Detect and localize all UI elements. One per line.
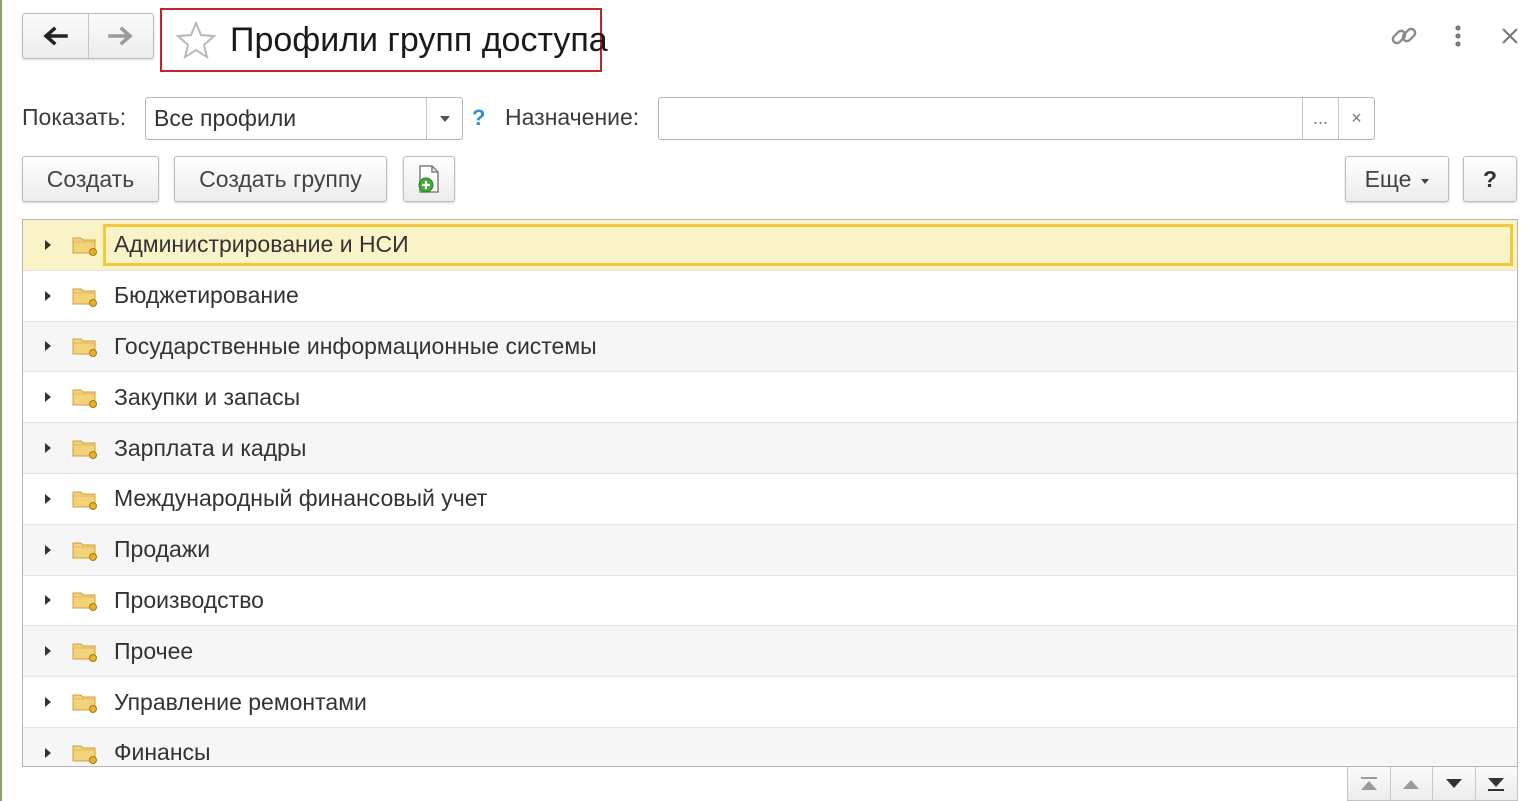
expand-arrow-icon[interactable] [45, 392, 51, 403]
folder-icon [72, 386, 98, 409]
navigation-buttons [22, 13, 154, 59]
scroll-top-icon [1360, 776, 1377, 790]
chevron-down-icon [439, 115, 450, 122]
tree-row-sales[interactable]: Продажи [23, 524, 1517, 576]
purpose-field[interactable]: ... × [658, 97, 1375, 140]
window-edge [0, 0, 2, 801]
link-icon[interactable] [1388, 20, 1420, 52]
create-group-button-label: Создать группу [199, 165, 362, 192]
tree-row-label: Закупки и запасы [114, 383, 301, 410]
tree-row-purchases[interactable]: Закупки и запасы [23, 372, 1517, 424]
purpose-input[interactable] [659, 98, 1302, 139]
folder-icon [72, 335, 98, 358]
tree-row-label: Зарплата и кадры [114, 434, 307, 461]
help-button[interactable]: ? [1463, 156, 1517, 202]
title-highlight-frame: Профили групп доступа [160, 8, 608, 72]
scroll-down-icon [1445, 778, 1462, 788]
add-from-file-button[interactable] [403, 156, 455, 202]
folder-icon [72, 539, 98, 561]
tree-row-label: Международный финансовый учет [114, 485, 488, 512]
expand-arrow-icon[interactable] [45, 646, 51, 657]
show-label: Показать: [22, 104, 127, 130]
folder-icon [72, 742, 98, 764]
scroll-up-icon [1403, 779, 1420, 789]
help-icon[interactable]: ? [472, 105, 485, 131]
tree-row-label: Продажи [114, 536, 211, 563]
more-button-label: Еще [1364, 165, 1412, 192]
clear-button[interactable]: × [1338, 98, 1374, 139]
create-button[interactable]: Создать [22, 156, 159, 202]
document-add-icon [418, 165, 439, 193]
page-title: Профили групп доступа [230, 20, 608, 59]
folder-icon [72, 589, 98, 612]
tree-row-label: Управление ремонтами [114, 688, 367, 715]
scroll-bottom-icon [1488, 777, 1505, 791]
tree-row-payroll[interactable]: Зарплата и кадры [23, 423, 1517, 474]
scroll-down-button[interactable] [1432, 767, 1475, 800]
folder-icon [72, 285, 98, 307]
help-button-label: ? [1482, 165, 1498, 192]
tree-row-ifrs[interactable]: Международный финансовый учет [23, 474, 1517, 525]
more-button[interactable]: Еще [1345, 156, 1449, 202]
select-button[interactable]: ... [1302, 98, 1338, 139]
purpose-label: Назначение: [505, 104, 640, 130]
expand-arrow-icon[interactable] [45, 595, 51, 606]
tree-row-label: Администрирование и НСИ [114, 231, 409, 258]
tree-row-label: Бюджетирование [114, 282, 299, 309]
create-button-label: Создать [46, 165, 135, 192]
back-arrow-icon [43, 26, 68, 46]
expand-arrow-icon[interactable] [45, 443, 51, 454]
folder-icon [72, 488, 98, 510]
create-group-button[interactable]: Создать группу [174, 156, 387, 202]
tree-row-repairs[interactable]: Управление ремонтами [23, 677, 1517, 728]
caret-down-icon [1421, 178, 1430, 184]
folder-icon [72, 640, 98, 663]
folder-icon [72, 234, 98, 256]
show-select-value[interactable]: Все профили [146, 98, 426, 139]
tree-row-label: Государственные информационные системы [114, 332, 597, 359]
scroll-up-button[interactable] [1389, 767, 1433, 800]
expand-arrow-icon[interactable] [45, 493, 51, 504]
forward-button[interactable] [87, 14, 154, 58]
folder-icon [72, 691, 98, 714]
expand-arrow-icon[interactable] [45, 697, 51, 708]
scroll-to-bottom-button[interactable] [1474, 767, 1518, 800]
tree-row-finance[interactable]: Финансы [23, 727, 1517, 766]
expand-arrow-icon[interactable] [45, 290, 51, 301]
expand-arrow-icon[interactable] [45, 239, 51, 250]
forward-arrow-icon [108, 26, 133, 46]
expand-arrow-icon[interactable] [45, 747, 51, 758]
back-button[interactable] [23, 14, 88, 58]
expand-arrow-icon[interactable] [45, 544, 51, 555]
tree-row-budgeting[interactable]: Бюджетирование [23, 271, 1517, 322]
list-scroll-buttons [1347, 767, 1518, 801]
show-select[interactable]: Все профили [145, 97, 463, 140]
profiles-tree[interactable]: Администрирование и НСИ Бюджетирование Г… [22, 219, 1518, 767]
tree-row-administration[interactable]: Администрирование и НСИ [23, 220, 1517, 271]
tree-row-label: Прочее [114, 637, 194, 664]
folder-icon [72, 437, 98, 460]
close-icon[interactable] [1494, 20, 1526, 52]
tree-row-label: Производство [114, 586, 264, 613]
tree-row-label: Финансы [114, 739, 211, 766]
expand-arrow-icon[interactable] [45, 341, 51, 352]
star-icon[interactable] [176, 21, 216, 59]
scroll-to-top-button[interactable] [1348, 767, 1390, 800]
dropdown-button[interactable] [426, 98, 462, 139]
tree-row-gis[interactable]: Государственные информационные системы [23, 321, 1517, 373]
more-vertical-icon[interactable] [1442, 20, 1474, 52]
tree-row-production[interactable]: Производство [23, 576, 1517, 627]
tree-row-other[interactable]: Прочее [23, 626, 1517, 678]
